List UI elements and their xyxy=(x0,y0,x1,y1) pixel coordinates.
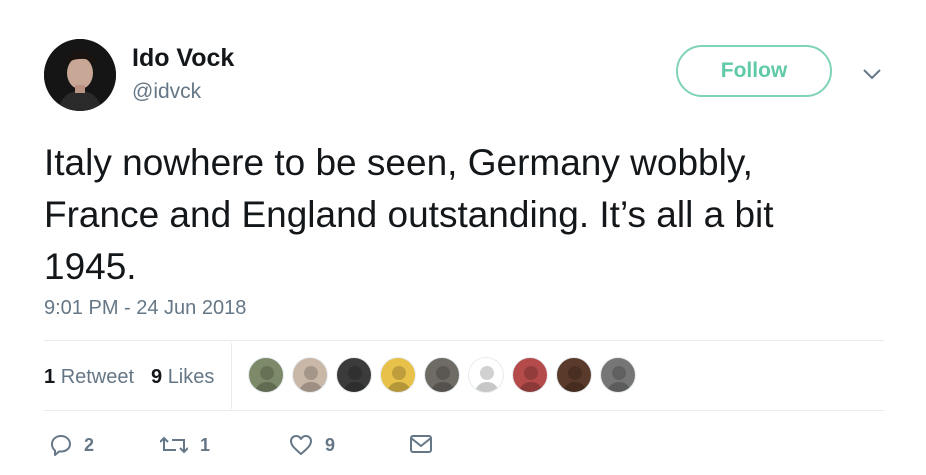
liker-avatars xyxy=(248,357,644,393)
like-icon xyxy=(290,435,312,455)
divider xyxy=(44,340,884,341)
like-count: 9 xyxy=(325,434,336,455)
liker-avatar-1[interactable] xyxy=(248,357,284,393)
tweet-text: Italy nowhere to be seen, Germany wobbly… xyxy=(44,142,774,287)
divider xyxy=(231,343,232,409)
retweet-count: 1 xyxy=(200,434,211,455)
tweet-timestamp[interactable]: 9:01 PM - 24 Jun 2018 xyxy=(44,297,246,320)
likes-stat-label: Likes xyxy=(167,366,215,388)
liker-avatar-4[interactable] xyxy=(380,357,416,393)
reply-icon xyxy=(51,435,71,456)
retweet-icon xyxy=(160,436,188,454)
like-button[interactable]: 9 xyxy=(289,434,335,456)
follow-button[interactable]: Follow xyxy=(676,45,832,97)
retweet-stat[interactable]: 1 Retweet xyxy=(44,366,134,389)
author-name[interactable]: Ido Vock xyxy=(132,44,234,73)
likes-stat-count: 9 xyxy=(151,366,163,388)
retweet-button[interactable]: 1 xyxy=(160,434,210,456)
liker-avatar-2[interactable] xyxy=(292,357,328,393)
retweet-stat-count: 1 xyxy=(44,366,56,388)
liker-avatar-3[interactable] xyxy=(336,357,372,393)
liker-avatar-8[interactable] xyxy=(556,357,592,393)
message-icon xyxy=(410,435,432,453)
likes-stat[interactable]: 9 Likes xyxy=(151,366,214,389)
author-avatar[interactable] xyxy=(44,39,116,111)
reply-button[interactable]: 2 xyxy=(50,434,94,456)
author-handle[interactable]: @idvck xyxy=(132,80,201,104)
liker-avatar-5[interactable] xyxy=(424,357,460,393)
liker-avatar-6[interactable] xyxy=(468,357,504,393)
chevron-down-icon[interactable] xyxy=(861,63,883,85)
liker-avatar-9[interactable] xyxy=(600,357,636,393)
divider xyxy=(44,410,884,411)
reply-count: 2 xyxy=(84,434,95,455)
liker-avatar-7[interactable] xyxy=(512,357,548,393)
direct-message-button[interactable] xyxy=(409,434,433,454)
retweet-stat-label: Retweet xyxy=(60,366,135,388)
